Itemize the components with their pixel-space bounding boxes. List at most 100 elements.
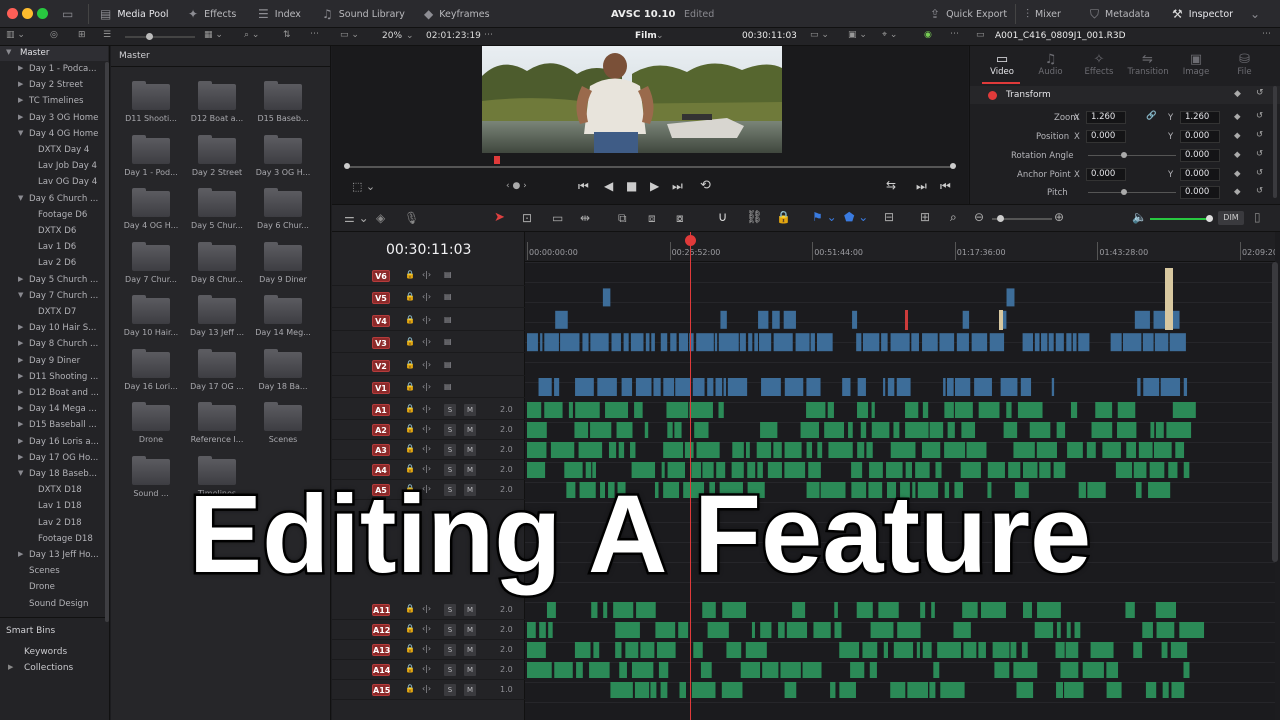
bin-folder[interactable]: Day 5 Chur... bbox=[187, 187, 247, 235]
video-clip[interactable] bbox=[857, 378, 866, 396]
audio-clip[interactable] bbox=[890, 682, 906, 698]
audio-clip[interactable] bbox=[619, 662, 627, 678]
audio-clip[interactable] bbox=[778, 622, 785, 638]
mute-button[interactable]: M bbox=[464, 424, 476, 436]
sidebar-bin-item[interactable]: ▶ D15 Baseball ... bbox=[0, 418, 108, 434]
audio-clip[interactable] bbox=[610, 682, 633, 698]
flag-icon[interactable]: ⚑ ⌄ bbox=[812, 210, 837, 224]
audio-clip[interactable] bbox=[656, 642, 676, 658]
audio-clip[interactable] bbox=[679, 682, 686, 698]
audio-clip[interactable] bbox=[663, 442, 684, 458]
sidebar-bin-item[interactable]: ▶ Day 17 OG Ho... bbox=[0, 451, 108, 467]
auto-select-icon[interactable]: ‹|› bbox=[422, 270, 431, 279]
track-label[interactable]: V6 bbox=[372, 270, 390, 282]
audio-clip[interactable] bbox=[689, 402, 713, 418]
audio-clip[interactable] bbox=[636, 602, 656, 618]
audio-clip[interactable] bbox=[1153, 442, 1172, 458]
bin-folder[interactable]: Day 3 OG H... bbox=[253, 134, 313, 182]
audio-clip[interactable] bbox=[848, 422, 853, 438]
audio-clip[interactable] bbox=[828, 442, 853, 458]
audio-clip[interactable] bbox=[1064, 682, 1084, 698]
bin-folder[interactable]: Day 14 Meg... bbox=[253, 294, 313, 342]
solo-button[interactable]: S bbox=[444, 444, 456, 456]
audio-clip[interactable] bbox=[760, 422, 778, 438]
chevron-down-icon[interactable]: ⌄ bbox=[1250, 0, 1260, 28]
video-clip[interactable] bbox=[784, 378, 804, 396]
track-label[interactable]: V1 bbox=[372, 382, 390, 394]
audio-clip[interactable] bbox=[678, 622, 689, 638]
audio-clip[interactable] bbox=[1090, 642, 1114, 658]
audio-clip[interactable] bbox=[625, 642, 639, 658]
chevron-right-icon[interactable]: ▶ bbox=[18, 275, 23, 283]
audio-clip[interactable] bbox=[1086, 442, 1096, 458]
chevron-right-icon[interactable]: ▶ bbox=[18, 372, 23, 380]
meter-icon[interactable]: ▯ bbox=[1254, 210, 1261, 224]
position-x-field[interactable]: 0.000 bbox=[1086, 130, 1126, 143]
audio-clip[interactable] bbox=[1055, 642, 1065, 658]
video-clip[interactable] bbox=[974, 378, 992, 396]
audio-clip[interactable] bbox=[839, 682, 856, 698]
audio-clip[interactable] bbox=[615, 622, 640, 638]
bin-folder[interactable]: Day 7 Chur... bbox=[121, 241, 181, 289]
sidebar-bin-item[interactable]: ▶ D11 Shooting ... bbox=[0, 370, 108, 386]
chevron-right-icon[interactable]: ▶ bbox=[18, 420, 23, 428]
transform-section-header[interactable]: Transform ◆ ↺ bbox=[970, 86, 1280, 104]
sidebar-bin-item[interactable]: ▶ Day 1 - Podca... bbox=[0, 62, 108, 78]
insert-clip-icon[interactable]: ⧉ bbox=[618, 211, 627, 226]
audio-clip[interactable] bbox=[866, 442, 873, 458]
audio-clip[interactable] bbox=[929, 422, 944, 438]
inspector-tab[interactable]: ⇋ Transition bbox=[1128, 52, 1169, 77]
video-clip[interactable] bbox=[560, 333, 580, 352]
mute-button[interactable]: M bbox=[464, 644, 476, 656]
video-clip[interactable] bbox=[748, 333, 753, 352]
more-options-icon[interactable]: ⋯ bbox=[310, 29, 319, 39]
audio-clip[interactable] bbox=[992, 642, 1010, 658]
audio-clip[interactable] bbox=[978, 642, 986, 658]
timeline-name[interactable]: Film bbox=[635, 31, 657, 41]
video-clip[interactable] bbox=[922, 333, 938, 352]
bin-folder[interactable]: Reference I... bbox=[187, 401, 247, 449]
position-y-field[interactable]: 0.000 bbox=[1180, 130, 1220, 143]
video-clip[interactable] bbox=[761, 378, 781, 396]
audio-clip[interactable] bbox=[655, 622, 676, 638]
solo-button[interactable]: S bbox=[444, 404, 456, 416]
chevron-down-icon[interactable]: ▼ bbox=[18, 291, 23, 299]
audio-clip[interactable] bbox=[1161, 642, 1168, 658]
audio-clip[interactable] bbox=[1091, 422, 1113, 438]
video-clip[interactable] bbox=[645, 333, 650, 352]
audio-clip[interactable] bbox=[1013, 442, 1035, 458]
zoom-y-field[interactable]: 1.260 bbox=[1180, 111, 1220, 124]
audio-clip[interactable] bbox=[1067, 442, 1083, 458]
audio-clip[interactable] bbox=[1162, 682, 1169, 698]
video-clip[interactable] bbox=[554, 378, 560, 396]
audio-clip[interactable] bbox=[947, 422, 955, 438]
bin-folder[interactable]: Day 4 OG H... bbox=[121, 187, 181, 235]
audio-clip[interactable] bbox=[613, 602, 634, 618]
video-clip[interactable] bbox=[1000, 378, 1018, 396]
video-clip[interactable] bbox=[1134, 310, 1150, 329]
video-clip[interactable] bbox=[715, 378, 723, 396]
audio-clip[interactable] bbox=[1017, 402, 1043, 418]
audio-clip[interactable] bbox=[834, 602, 838, 618]
bin-folder[interactable]: D15 Baseb... bbox=[253, 80, 313, 128]
track-label[interactable]: A2 bbox=[372, 424, 390, 436]
inspector-tab[interactable]: ✧ Effects bbox=[1079, 52, 1119, 77]
audio-clip[interactable] bbox=[1037, 602, 1061, 618]
reset-icon[interactable]: ↺ bbox=[1256, 186, 1263, 196]
match-frame-icon[interactable]: ⇆ bbox=[886, 178, 896, 192]
audio-clip[interactable] bbox=[593, 642, 600, 658]
reset-icon[interactable]: ↺ bbox=[1256, 111, 1263, 121]
zoom-out-icon[interactable]: ⊖ bbox=[974, 210, 984, 224]
audio-clip[interactable] bbox=[897, 622, 921, 638]
video-clip[interactable] bbox=[1022, 333, 1034, 352]
video-clip[interactable] bbox=[723, 378, 727, 396]
video-enable-icon[interactable]: ▤ bbox=[444, 315, 452, 324]
audio-clip[interactable] bbox=[666, 402, 689, 418]
chevron-down-icon[interactable]: ▼ bbox=[18, 129, 23, 137]
chevron-right-icon[interactable]: ▶ bbox=[18, 64, 23, 72]
video-clip[interactable] bbox=[1048, 333, 1054, 352]
audio-clip[interactable] bbox=[940, 682, 965, 698]
video-clip[interactable] bbox=[943, 378, 946, 396]
timeline-viewer[interactable]: ⬚ ⌄ ‹ ● › ⏮ ◀ ■ ▶ ⏭ ⟲ ⇆ ⏭ ⏮ bbox=[332, 46, 968, 204]
audio-clip[interactable] bbox=[869, 662, 877, 678]
